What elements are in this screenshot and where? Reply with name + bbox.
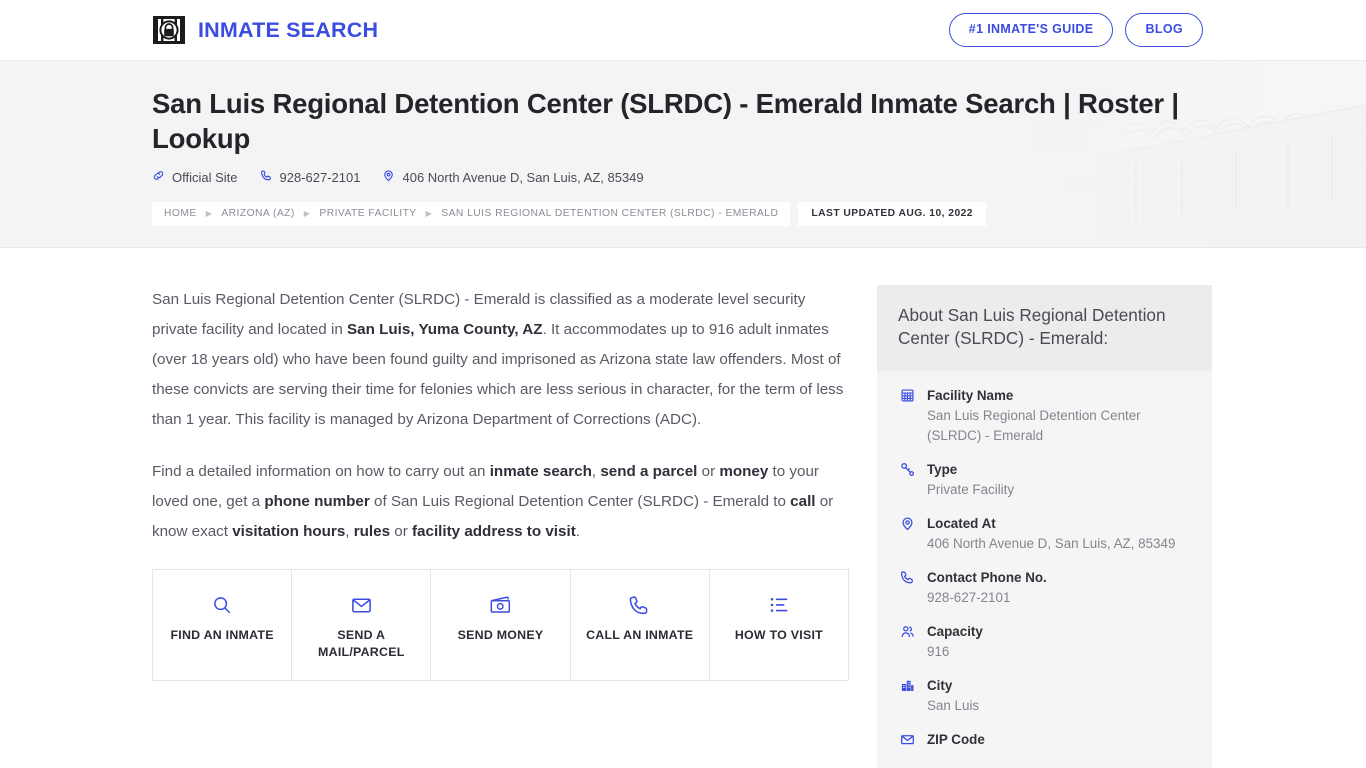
p2-text-a: Find a detailed information on how to ca… <box>152 463 490 480</box>
facility-facts-list: Facility Name San Luis Regional Detentio… <box>877 371 1212 768</box>
fact-zip-code: ZIP Code <box>898 730 1191 750</box>
breadcrumb-item-current: SAN LUIS REGIONAL DETENTION CENTER (SLRD… <box>441 208 779 220</box>
quick-action-tiles: FIND AN INMATE SEND A MAIL/PARCEL SEND M… <box>152 569 849 681</box>
fact-key: City <box>927 678 953 693</box>
facility-phone[interactable]: 928-627-2101 <box>260 169 361 185</box>
find-an-inmate-label: FIND AN INMATE <box>170 628 274 642</box>
p2-bold-send-parcel: send a parcel <box>600 463 698 480</box>
send-a-mail-parcel-tile[interactable]: SEND A MAIL/PARCEL <box>292 570 432 680</box>
call-an-inmate-label: CALL AN INMATE <box>586 628 694 642</box>
about-facility-card: About San Luis Regional Detention Center… <box>877 285 1212 768</box>
nav-actions: #1 INMATE'S GUIDE BLOG <box>948 13 1203 47</box>
about-facility-title: About San Luis Regional Detention Center… <box>877 285 1212 371</box>
breadcrumb-item-arizona[interactable]: ARIZONA (AZ) <box>221 208 294 219</box>
key-icon <box>898 460 916 477</box>
facility-meta-row: Official Site 928-627-2101 406 North Ave… <box>152 169 1366 185</box>
p2-bold-visitation-hours: visitation hours <box>232 523 346 540</box>
breadcrumb: HOME ▶ ARIZONA (AZ) ▶ PRIVATE FACILITY ▶… <box>152 202 1366 227</box>
fact-city: City San Luis <box>898 676 1191 716</box>
fact-contact-phone: Contact Phone No. 928-627-2101 <box>898 568 1191 608</box>
hero-section: San Luis Regional Detention Center (SLRD… <box>0 61 1366 248</box>
fact-value: 406 North Avenue D, San Luis, AZ, 85349 <box>927 536 1176 551</box>
fact-type: Type Private Facility <box>898 460 1191 500</box>
official-site-link[interactable]: Official Site <box>152 169 238 185</box>
sidebar-column: About San Luis Regional Detention Center… <box>877 285 1212 768</box>
brand-logo[interactable]: INMATE SEARCH <box>152 15 378 45</box>
phone-icon <box>579 591 701 619</box>
money-icon <box>439 591 561 619</box>
fact-key: Capacity <box>927 624 983 639</box>
fact-located-at: Located At 406 North Avenue D, San Luis,… <box>898 514 1191 554</box>
blog-button[interactable]: BLOG <box>1125 13 1203 47</box>
map-pin-icon <box>382 169 395 185</box>
fact-value: 916 <box>927 644 950 659</box>
fact-key: Facility Name <box>927 388 1014 403</box>
last-updated-badge: LAST UPDATED AUG. 10, 2022 <box>798 202 986 227</box>
p2-text-i: . <box>575 523 580 540</box>
fact-key: ZIP Code <box>927 732 985 747</box>
facility-address: 406 North Avenue D, San Luis, AZ, 85349 <box>382 169 644 185</box>
fact-key: Contact Phone No. <box>927 570 1047 585</box>
chevron-right-icon: ▶ <box>425 209 433 219</box>
p2-bold-inmate-search: inmate search <box>489 463 592 480</box>
link-icon <box>152 169 165 185</box>
send-a-mail-parcel-label: SEND A MAIL/PARCEL <box>318 628 405 659</box>
fact-key: Located At <box>927 516 996 531</box>
find-an-inmate-tile[interactable]: FIND AN INMATE <box>153 570 293 680</box>
envelope-icon <box>300 591 422 619</box>
send-money-label: SEND MONEY <box>457 628 544 642</box>
facility-address-label: 406 North Avenue D, San Luis, AZ, 85349 <box>402 169 644 185</box>
chevron-right-icon: ▶ <box>303 209 311 219</box>
p2-text-g: , <box>345 523 354 540</box>
breadcrumb-item-home[interactable]: HOME <box>164 208 197 219</box>
main-content: San Luis Regional Detention Center (SLRD… <box>0 248 1366 768</box>
p2-text-h: or <box>390 523 412 540</box>
send-money-tile[interactable]: SEND MONEY <box>431 570 571 680</box>
fact-value: San Luis <box>927 698 980 713</box>
p2-bold-rules: rules <box>353 523 391 540</box>
magnifier-icon <box>161 591 283 619</box>
people-icon <box>898 622 916 639</box>
p2-text-e: of San Luis Regional Detention Center (S… <box>369 493 791 510</box>
phone-icon <box>898 568 916 585</box>
breadcrumb-item-private-facility[interactable]: PRIVATE FACILITY <box>319 208 416 219</box>
call-an-inmate-tile[interactable]: CALL AN INMATE <box>570 570 710 680</box>
envelope-icon <box>898 730 916 747</box>
how-to-visit-tile[interactable]: HOW TO VISIT <box>709 570 849 680</box>
p2-bold-phone-number: phone number <box>264 493 370 510</box>
facility-phone-label: 928-627-2101 <box>279 169 361 185</box>
intro-paragraph-1: San Luis Regional Detention Center (SLRD… <box>152 285 849 435</box>
brand-name: INMATE SEARCH <box>198 17 379 42</box>
prison-bars-padlock-icon <box>152 15 186 45</box>
page-title: San Luis Regional Detention Center (SLRD… <box>152 88 1179 155</box>
city-icon <box>898 676 916 693</box>
fact-value: Private Facility <box>927 482 1015 497</box>
fact-value: 928-627-2101 <box>927 590 1011 605</box>
intro-paragraph-2: Find a detailed information on how to ca… <box>152 457 849 547</box>
official-site-label: Official Site <box>172 169 238 185</box>
how-to-visit-label: HOW TO VISIT <box>734 628 823 642</box>
fact-key: Type <box>927 462 958 477</box>
p2-text-c: or <box>697 463 720 480</box>
chevron-right-icon: ▶ <box>205 209 213 219</box>
map-pin-icon <box>898 514 916 531</box>
fact-facility-name: Facility Name San Luis Regional Detentio… <box>898 386 1191 446</box>
fact-capacity: Capacity 916 <box>898 622 1191 662</box>
list-icon <box>718 591 840 619</box>
p1-bold-location: San Luis, Yuma County, AZ <box>347 321 543 338</box>
fact-value: San Luis Regional Detention Center (SLRD… <box>927 408 1141 443</box>
top-navigation-bar: INMATE SEARCH #1 INMATE'S GUIDE BLOG <box>0 0 1366 61</box>
building-grid-icon <box>898 386 916 403</box>
p2-bold-facility-address: facility address to visit <box>412 523 576 540</box>
p2-bold-call: call <box>790 493 816 510</box>
inmates-guide-button[interactable]: #1 INMATE'S GUIDE <box>948 13 1114 47</box>
article-column: San Luis Regional Detention Center (SLRD… <box>152 285 849 681</box>
p2-bold-money: money <box>719 463 769 480</box>
phone-icon <box>260 169 273 185</box>
